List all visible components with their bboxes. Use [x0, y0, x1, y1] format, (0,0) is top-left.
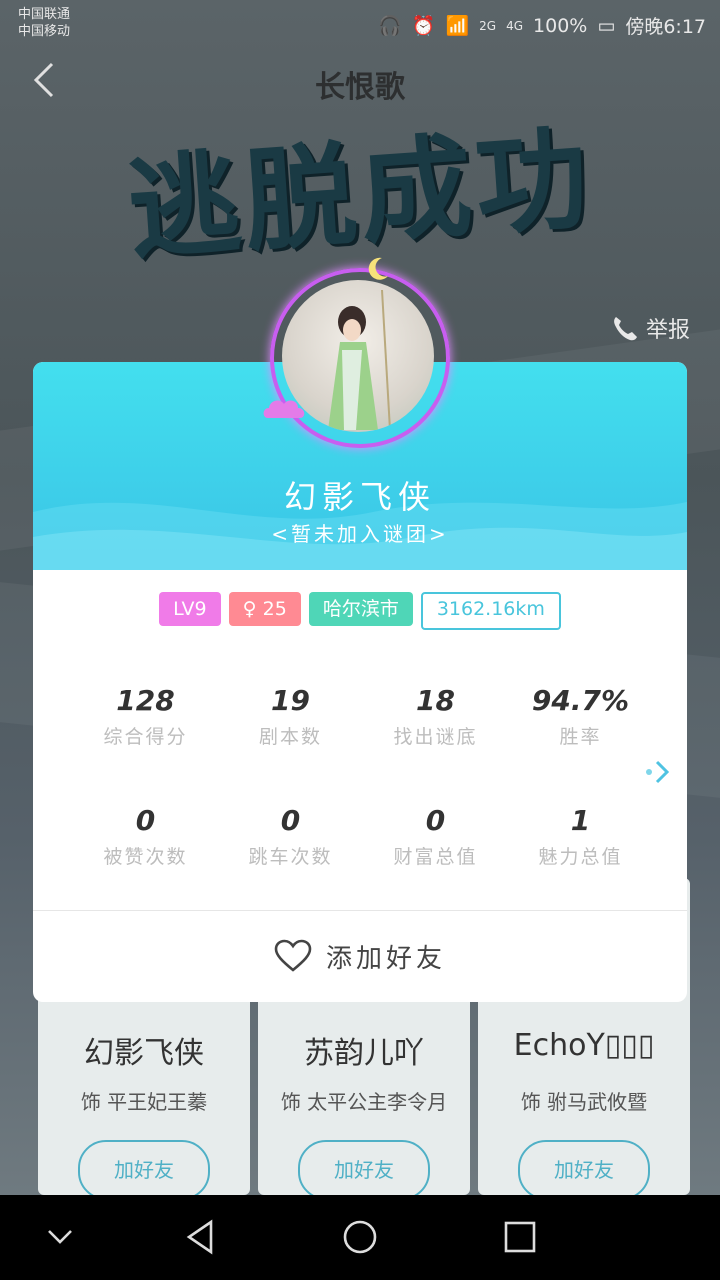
- profile-badges: LV9 ♀ 25 哈尔滨市 3162.16km: [33, 592, 687, 630]
- player-role: 饰 平王妃王蓁: [80, 1090, 208, 1114]
- stat-item: 0 财富总值: [363, 802, 508, 869]
- recent-apps-icon[interactable]: [503, 1220, 537, 1254]
- stat-value: 128: [116, 684, 175, 717]
- stat-value: 0: [280, 804, 301, 837]
- distance-badge: 3162.16km: [420, 592, 561, 630]
- stat-label: 找出谜底: [393, 726, 478, 748]
- carrier-info: 中国联通 中国移动: [18, 6, 70, 40]
- gender-age-badge: ♀ 25: [228, 592, 301, 626]
- player-name: EchoY▯▯▯: [513, 1028, 655, 1063]
- stat-item: 1 魅力总值: [508, 802, 653, 869]
- status-bar: 中国联通 中国移动 🎧 ⏰ 📶 2G 4G 100% ▭ 傍晚6:17: [0, 0, 720, 52]
- report-button[interactable]: 举报: [610, 312, 690, 344]
- collapse-icon[interactable]: [45, 1227, 75, 1247]
- city-badge: 哈尔滨市: [308, 592, 413, 626]
- stat-label: 被赞次数: [103, 846, 188, 868]
- cloud-icon: [263, 400, 305, 418]
- stats-row-2: 0 被赞次数 0 跳车次数 0 财富总值 1 魅力总值: [73, 802, 653, 869]
- stat-item: 18 找出谜底: [363, 682, 508, 749]
- stat-label: 财富总值: [393, 846, 478, 868]
- level-badge: LV9: [159, 592, 221, 626]
- clock: 傍晚6:17: [625, 16, 706, 38]
- stat-label: 跳车次数: [248, 846, 333, 868]
- alarm-icon: ⏰: [411, 15, 436, 37]
- player-name: 苏韵儿吖: [304, 1036, 424, 1071]
- stat-value: 0: [135, 804, 156, 837]
- stat-item: 0 跳车次数: [218, 802, 363, 869]
- carrier-2: 中国移动: [18, 24, 71, 39]
- stat-label: 剧本数: [258, 726, 322, 748]
- avatar[interactable]: [263, 257, 452, 450]
- report-label: 举报: [645, 318, 690, 343]
- moon-icon: [368, 257, 388, 280]
- player-role: 饰 太平公主李令月: [280, 1090, 448, 1114]
- stat-value: 19: [271, 684, 310, 717]
- add-friend-button[interactable]: 加好友: [298, 1140, 430, 1200]
- female-icon: ♀: [242, 598, 263, 620]
- add-friend-label: 添加好友: [325, 943, 446, 974]
- next-page-button[interactable]: [643, 757, 673, 787]
- stats-row-1: 128 综合得分 19 剧本数 18 找出谜底 94.7% 胜率: [73, 682, 653, 749]
- stat-item: 94.7% 胜率: [508, 682, 653, 749]
- stat-value: 18: [416, 684, 455, 717]
- add-friend-button[interactable]: 加好友: [518, 1140, 650, 1200]
- back-triangle-icon[interactable]: [185, 1219, 215, 1255]
- home-icon[interactable]: [342, 1219, 378, 1255]
- add-friend-button[interactable]: 加好友: [78, 1140, 210, 1200]
- player-name: 幻影飞侠: [84, 1036, 204, 1071]
- network-4g: 4G: [506, 18, 524, 33]
- system-navigation-bar: [0, 1195, 720, 1280]
- add-friend-action[interactable]: 添加好友: [33, 910, 687, 1002]
- age-value: 25: [262, 598, 287, 620]
- heart-icon: [274, 939, 312, 972]
- profile-modal: 幻影飞侠 <暂未加入谜团> LV9 ♀ 25 哈尔滨市 3162.16km 12…: [33, 362, 687, 1002]
- phone-icon: [614, 317, 637, 341]
- carrier-1: 中国联通: [18, 7, 71, 22]
- headset-icon: 🎧: [378, 15, 402, 37]
- stat-item: 19 剧本数: [218, 682, 363, 749]
- stat-value: 1: [570, 804, 591, 837]
- network-2g: 2G: [479, 18, 497, 33]
- battery-icon: ▭: [597, 14, 616, 37]
- profile-team: <暂未加入谜团>: [271, 522, 449, 546]
- wifi-icon: 📶: [445, 15, 470, 37]
- stat-value: 94.7%: [531, 684, 630, 717]
- profile-nickname: 幻影飞侠: [283, 478, 436, 516]
- chevron-right-icon: [646, 760, 670, 784]
- stat-label: 综合得分: [103, 726, 188, 748]
- stat-label: 胜率: [559, 726, 602, 748]
- player-role: 饰 驸马武攸暨: [520, 1090, 648, 1114]
- stat-item: 128 综合得分: [73, 682, 218, 749]
- stat-label: 魅力总值: [538, 846, 623, 868]
- stat-value: 0: [425, 804, 446, 837]
- status-icons: 🎧 ⏰ 📶 2G 4G 100% ▭ 傍晚6:17: [378, 12, 706, 39]
- stat-item: 0 被赞次数: [73, 802, 218, 869]
- battery-percent: 100%: [533, 14, 588, 37]
